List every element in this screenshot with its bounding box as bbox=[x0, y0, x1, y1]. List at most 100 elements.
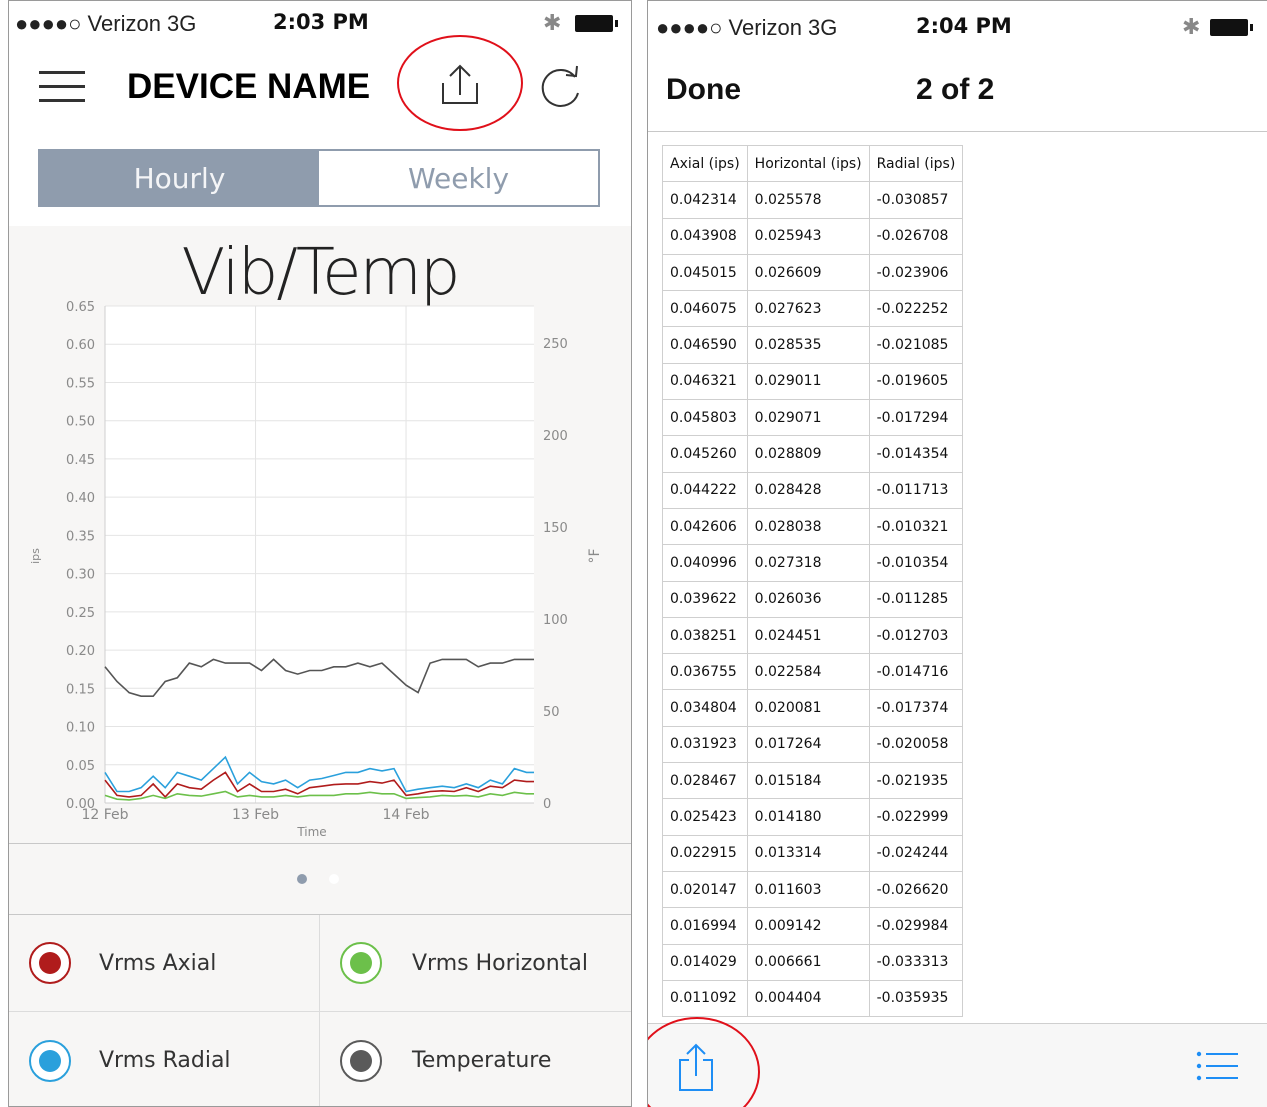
table-row: 0.031923 0.017264 -0.020058 bbox=[662, 725, 964, 764]
legend-item-temperature[interactable]: Temperature bbox=[320, 1012, 631, 1106]
table-cell: 0.027623 bbox=[746, 290, 870, 328]
table-cell: -0.011285 bbox=[868, 580, 964, 618]
table-cell: 0.020081 bbox=[746, 689, 870, 727]
battery-icon bbox=[575, 15, 618, 32]
table-row: 0.045015 0.026609 -0.023906 bbox=[662, 253, 964, 292]
carrier-label: ●●●●○ Verizon 3G bbox=[15, 11, 197, 36]
legend-label: Vrms Axial bbox=[99, 950, 217, 976]
table-cell: -0.014716 bbox=[868, 653, 964, 691]
y2-tick-label: 0 bbox=[543, 797, 551, 812]
table-cell: 0.036755 bbox=[662, 653, 748, 691]
legend-label: Vrms Radial bbox=[99, 1048, 231, 1073]
table-cell: 0.038251 bbox=[662, 616, 748, 655]
radial-toggle-icon bbox=[29, 1039, 71, 1082]
table-cell: 0.015184 bbox=[746, 762, 870, 800]
legend-label: Temperature bbox=[412, 1048, 552, 1073]
y2-tick-label: 200 bbox=[543, 429, 568, 444]
table-row: 0.022915 0.013314 -0.024244 bbox=[662, 834, 964, 872]
table-cell: -0.011713 bbox=[868, 471, 964, 509]
x-tick-label: 13 Feb bbox=[232, 807, 279, 823]
table-cell: 0.017264 bbox=[746, 725, 870, 764]
y2-axis-title: °F bbox=[587, 548, 603, 563]
phone-screen-left: ●●●●○ Verizon 3G 2:03 PM ✱ DEVICE NAME H… bbox=[8, 0, 632, 1107]
page-dot-inactive bbox=[329, 874, 339, 884]
y-tick-label: 0.35 bbox=[66, 529, 95, 544]
tab-hourly[interactable]: Hourly bbox=[40, 151, 319, 205]
horizontal-toggle-icon bbox=[340, 942, 382, 984]
y2-tick-label: 150 bbox=[543, 521, 568, 536]
table-viewport[interactable]: Axial (ips) Horizontal (ips) Radial (ips) … bbox=[648, 1, 1267, 1023]
vib-temp-chart[interactable]: 0.000.050.100.150.200.250.300.350.400.45… bbox=[9, 226, 631, 843]
legend-item-radial[interactable]: Vrms Radial bbox=[9, 1012, 320, 1106]
legend-item-horizontal[interactable]: Vrms Horizontal bbox=[320, 915, 631, 1012]
legend-item-axial[interactable]: Vrms Axial bbox=[9, 915, 320, 1012]
bluetooth-icon: ✱ bbox=[543, 10, 562, 35]
legend-grid: Vrms Axial Vrms Horizontal Vrms Radial T… bbox=[9, 915, 631, 1106]
table-cell: -0.014354 bbox=[868, 435, 964, 473]
table-row: 0.046590 0.028535 -0.021085 bbox=[662, 326, 964, 364]
table-cell: 0.028809 bbox=[746, 435, 870, 473]
y-tick-label: 0.50 bbox=[66, 415, 95, 430]
table-cell: 0.014029 bbox=[662, 943, 748, 981]
table-cell: 0.044222 bbox=[662, 471, 748, 509]
table-cell: -0.010354 bbox=[868, 544, 964, 582]
table-row: 0.014029 0.006661 -0.033313 bbox=[662, 943, 964, 981]
table-cell: 0.011603 bbox=[746, 870, 870, 909]
table-row: 0.038251 0.024451 -0.012703 bbox=[662, 616, 964, 655]
table-cell: 0.014180 bbox=[746, 798, 870, 836]
table-cell: 0.045803 bbox=[662, 399, 748, 437]
table-cell: 0.028428 bbox=[746, 471, 870, 509]
table-row: 0.045803 0.029071 -0.017294 bbox=[662, 399, 964, 437]
table-row: 0.034804 0.020081 -0.017374 bbox=[662, 689, 964, 727]
table-cell: -0.010321 bbox=[868, 507, 964, 546]
page-indicator[interactable] bbox=[9, 844, 631, 914]
x-tick-label: 12 Feb bbox=[81, 807, 128, 823]
table-row: 0.036755 0.022584 -0.014716 bbox=[662, 653, 964, 691]
table-row: 0.046321 0.029011 -0.019605 bbox=[662, 362, 964, 401]
column-header: Horizontal (ips) bbox=[746, 144, 870, 183]
segmented-control: Hourly Weekly bbox=[38, 149, 600, 207]
table-row: 0.016994 0.009142 -0.029984 bbox=[662, 907, 964, 945]
table-cell: -0.012703 bbox=[868, 616, 964, 655]
status-time: 2:03 PM bbox=[273, 10, 369, 34]
table-cell: -0.026620 bbox=[868, 870, 964, 909]
y2-tick-label: 100 bbox=[543, 613, 568, 628]
temperature-toggle-icon bbox=[340, 1039, 382, 1082]
highlight-ellipse bbox=[397, 35, 523, 131]
table-row: 0.045260 0.028809 -0.014354 bbox=[662, 435, 964, 473]
table-cell: 0.025943 bbox=[746, 217, 870, 255]
table-cell: -0.020058 bbox=[868, 725, 964, 764]
table-cell: 0.028467 bbox=[662, 762, 748, 800]
table-cell: 0.045260 bbox=[662, 435, 748, 473]
table-cell: -0.033313 bbox=[868, 943, 964, 981]
table-row: 0.025423 0.014180 -0.022999 bbox=[662, 798, 964, 836]
legend-label: Vrms Horizontal bbox=[412, 950, 588, 976]
hamburger-icon[interactable] bbox=[39, 69, 85, 103]
table-cell: 0.042314 bbox=[662, 181, 748, 219]
table-cell: 0.024451 bbox=[746, 616, 870, 655]
page-dot-active bbox=[297, 874, 307, 884]
y-axis-title: ips bbox=[29, 548, 42, 564]
table-cell: 0.011092 bbox=[662, 979, 748, 1018]
table-cell: 0.004404 bbox=[746, 979, 870, 1018]
y-tick-label: 0.45 bbox=[66, 453, 95, 468]
table-cell: -0.019605 bbox=[868, 362, 964, 401]
refresh-icon[interactable] bbox=[535, 63, 585, 113]
table-cell: 0.029071 bbox=[746, 399, 870, 437]
tab-weekly[interactable]: Weekly bbox=[319, 151, 598, 205]
table-row: 0.042314 0.025578 -0.030857 bbox=[662, 181, 964, 219]
list-icon[interactable] bbox=[1196, 1050, 1238, 1082]
table-cell: 0.028535 bbox=[746, 326, 870, 364]
table-cell: 0.020147 bbox=[662, 870, 748, 909]
table-row: 0.044222 0.028428 -0.011713 bbox=[662, 471, 964, 509]
table-cell: 0.045015 bbox=[662, 253, 748, 292]
table-cell: -0.035935 bbox=[868, 979, 964, 1018]
table-cell: 0.026609 bbox=[746, 253, 870, 292]
table-cell: 0.006661 bbox=[746, 943, 870, 981]
table-cell: 0.026036 bbox=[746, 580, 870, 618]
table-cell: 0.039622 bbox=[662, 580, 748, 618]
table-row: 0.040996 0.027318 -0.010354 bbox=[662, 544, 964, 582]
y2-tick-label: 250 bbox=[543, 337, 568, 352]
axial-toggle-icon bbox=[29, 942, 71, 984]
table-cell: 0.034804 bbox=[662, 689, 748, 727]
